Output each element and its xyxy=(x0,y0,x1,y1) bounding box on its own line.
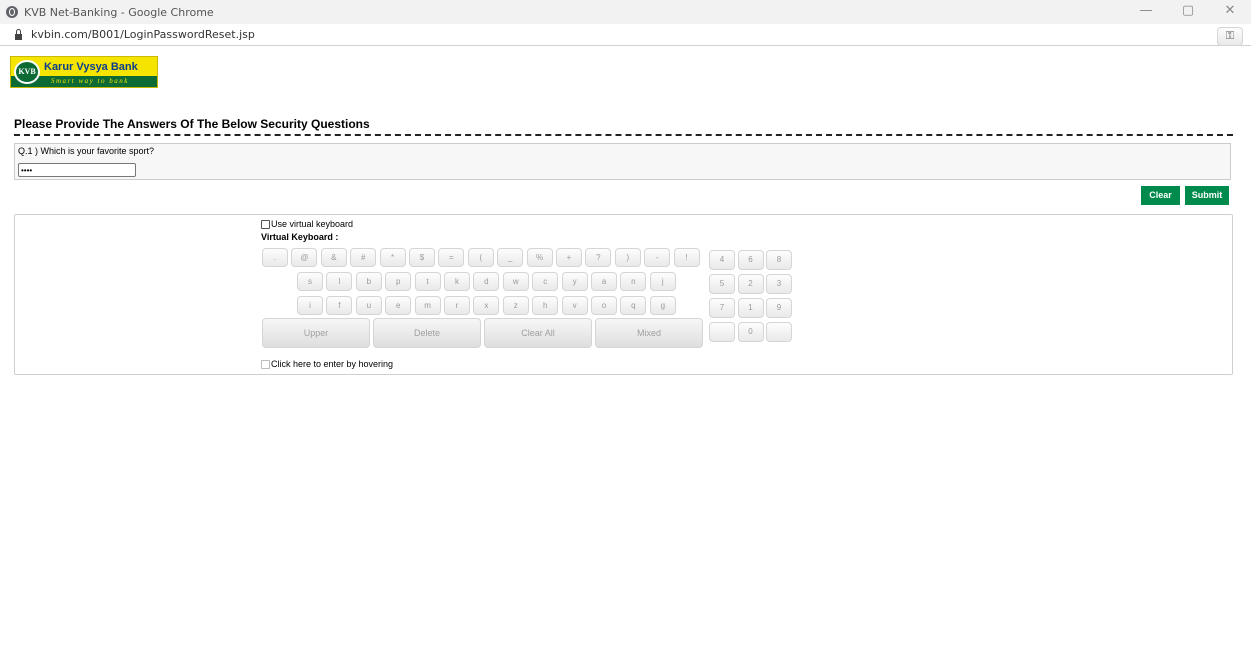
window-controls: — ▢ ✕ xyxy=(1125,0,1251,24)
key-row3[interactable]: m xyxy=(414,296,441,315)
numpad-key[interactable]: 4 xyxy=(709,250,735,270)
numpad-key[interactable]: 7 xyxy=(709,298,735,318)
key-row1[interactable]: ) xyxy=(614,248,641,267)
kvb-logo: KVB Karur Vysya Bank Smart way to bank xyxy=(10,56,158,88)
use-virtual-keyboard-checkbox[interactable] xyxy=(261,220,270,229)
key-row2[interactable]: p xyxy=(385,272,412,291)
key-row1[interactable]: ( xyxy=(467,248,494,267)
key-row2[interactable]: s xyxy=(297,272,323,291)
key-row1[interactable]: & xyxy=(320,248,347,267)
clear-button[interactable]: Clear xyxy=(1141,186,1180,205)
key-row1[interactable]: = xyxy=(438,248,465,267)
url-text[interactable]: kvbin.com/B001/LoginPasswordReset.jsp xyxy=(31,28,255,41)
key-row3[interactable]: h xyxy=(532,296,559,315)
submit-button[interactable]: Submit xyxy=(1185,186,1229,205)
logo-tagline: Smart way to bank xyxy=(51,77,129,85)
key-row3[interactable]: r xyxy=(444,296,470,315)
page-title: Please Provide The Answers Of The Below … xyxy=(14,117,370,131)
key-row2[interactable]: y xyxy=(561,272,588,291)
question-label: Q.1 ) Which is your favorite sport? xyxy=(18,146,155,156)
key-row3[interactable]: v xyxy=(561,296,588,315)
hover-entry-checkbox[interactable] xyxy=(261,360,270,369)
key-row2[interactable]: c xyxy=(532,272,559,291)
key-row2[interactable]: a xyxy=(591,272,617,291)
key-row1[interactable]: $ xyxy=(409,248,435,267)
key-row2[interactable]: w xyxy=(502,272,529,291)
key-row3[interactable]: i xyxy=(297,296,323,315)
key-row1[interactable]: + xyxy=(556,248,582,267)
key-row3[interactable]: e xyxy=(385,296,412,315)
key-row2[interactable]: b xyxy=(355,272,382,291)
key-row1[interactable]: ! xyxy=(673,248,700,267)
hover-entry-label[interactable]: Click here to enter by hovering xyxy=(271,359,393,369)
virtual-keyboard-panel xyxy=(14,214,1233,375)
key-row3[interactable]: o xyxy=(591,296,617,315)
address-bar[interactable]: kvbin.com/B001/LoginPasswordReset.jsp ⚿ xyxy=(0,24,1251,46)
key-row2[interactable]: l xyxy=(326,272,353,291)
key-row1[interactable]: # xyxy=(350,248,377,267)
answer-input[interactable] xyxy=(18,163,136,177)
restore-button[interactable]: ▢ xyxy=(1167,0,1209,24)
key-action-delete[interactable]: Delete xyxy=(373,318,481,348)
window-title: KVB Net-Banking - Google Chrome xyxy=(24,5,214,19)
key-row3[interactable]: x xyxy=(473,296,500,315)
numpad-key[interactable]: 1 xyxy=(737,298,764,318)
divider xyxy=(14,134,1233,136)
logo-seal: KVB xyxy=(14,60,40,84)
virtual-keyboard-title: Virtual Keyboard : xyxy=(261,232,339,242)
key-row2[interactable]: n xyxy=(620,272,647,291)
numpad-key[interactable]: 8 xyxy=(766,250,792,270)
key-row1[interactable]: . xyxy=(262,248,288,267)
key-icon[interactable]: ⚿ xyxy=(1217,27,1243,46)
key-row2[interactable]: j xyxy=(649,272,676,291)
numpad-key[interactable]: 2 xyxy=(737,274,764,294)
key-row2[interactable]: k xyxy=(444,272,470,291)
key-row1[interactable]: - xyxy=(644,248,671,267)
numpad-key[interactable]: 3 xyxy=(766,274,792,294)
key-action-clear-all[interactable]: Clear All xyxy=(484,318,592,348)
numpad-key[interactable]: 5 xyxy=(709,274,735,294)
key-row3[interactable]: u xyxy=(355,296,382,315)
logo-name: Karur Vysya Bank xyxy=(44,61,138,73)
key-row3[interactable]: f xyxy=(326,296,353,315)
numpad-blank-key[interactable] xyxy=(766,322,792,342)
key-row1[interactable]: ? xyxy=(585,248,612,267)
key-action-mixed[interactable]: Mixed xyxy=(595,318,703,348)
key-row1[interactable]: * xyxy=(379,248,406,267)
browser-titlebar: KVB Net-Banking - Google Chrome — ▢ ✕ xyxy=(0,0,1251,24)
key-row1[interactable]: @ xyxy=(291,248,318,267)
key-row3[interactable]: g xyxy=(649,296,676,315)
key-row1[interactable]: _ xyxy=(497,248,524,267)
key-row3[interactable]: z xyxy=(502,296,529,315)
key-row2[interactable]: d xyxy=(473,272,500,291)
key-row1[interactable]: % xyxy=(526,248,553,267)
close-button[interactable]: ✕ xyxy=(1209,0,1251,24)
use-virtual-keyboard-label[interactable]: Use virtual keyboard xyxy=(271,219,353,229)
key-row3[interactable]: q xyxy=(620,296,647,315)
numpad-key[interactable]: 9 xyxy=(766,298,792,318)
numpad-key[interactable]: 6 xyxy=(737,250,764,270)
numpad-key[interactable]: 0 xyxy=(737,322,764,342)
minimize-button[interactable]: — xyxy=(1125,0,1167,24)
lock-icon xyxy=(15,28,22,40)
numpad-blank-key[interactable] xyxy=(709,322,735,342)
security-question-box: Q.1 ) Which is your favorite sport? xyxy=(14,143,1231,180)
key-action-upper[interactable]: Upper xyxy=(262,318,370,348)
globe-icon xyxy=(6,6,18,18)
key-row2[interactable]: t xyxy=(414,272,441,291)
